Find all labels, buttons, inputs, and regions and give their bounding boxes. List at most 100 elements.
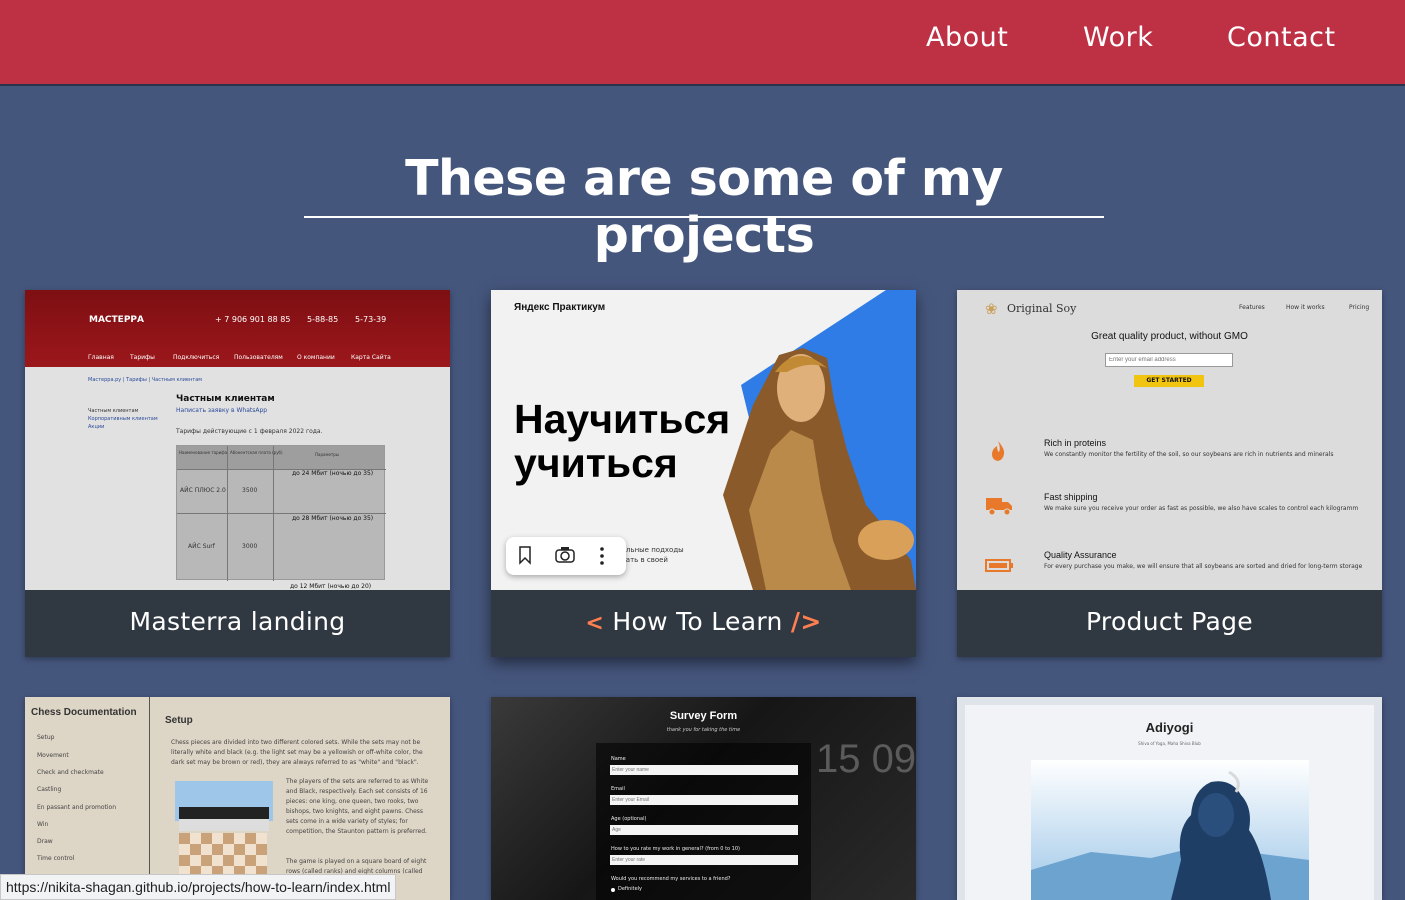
preview-nav-item: Castling — [37, 786, 62, 793]
top-nav: About Work Contact — [0, 0, 1405, 84]
preview-subtitle: Shiva of Yoga, Maha Shiva Blub — [1138, 741, 1201, 746]
flame-icon — [989, 440, 1007, 466]
preview-menu-item: Главная — [88, 354, 114, 361]
leaf-icon: ❀ — [985, 300, 998, 318]
project-tile-how-to-learn[interactable]: Яндекс Практикум Научиться учиться ...ел… — [491, 290, 916, 657]
preview-table-cell: 3000 — [242, 543, 258, 550]
preview-feature-title: Quality Assurance — [1044, 550, 1117, 560]
preview-nav-item: Draw — [37, 838, 53, 845]
more-icon[interactable] — [598, 546, 606, 570]
project-title: How To Learn — [612, 607, 783, 636]
nav-link-work[interactable]: Work — [1083, 22, 1153, 53]
preview-table-cell: АЙС ПЛЮС 2.0 — [180, 487, 226, 494]
project-title[interactable]: Masterra landing — [25, 590, 450, 657]
preview-nav-item: Movement — [37, 752, 69, 759]
preview-field-label: How to you rate my work in general? (fro… — [611, 846, 740, 852]
left-bracket: < — [585, 611, 605, 636]
preview-cta-button: GET STARTED — [1134, 375, 1204, 387]
preview-field-label: Name — [611, 756, 626, 762]
preview-feature-text: For every purchase you make, we will ens… — [1044, 563, 1363, 570]
preview-table-header: Наименование тарифа — [179, 450, 228, 455]
image-hover-toolbar — [506, 537, 626, 575]
projects-heading: These are some of my projects — [405, 150, 1003, 264]
preview-table-cell: 3500 — [242, 487, 258, 494]
preview-field-input — [610, 855, 798, 865]
project-title-row[interactable]: < How To Learn /> — [491, 590, 916, 657]
preview-field-label: Email — [611, 786, 625, 792]
radio-icon — [611, 888, 615, 892]
preview-form-subtitle: thank you for taking the time — [666, 727, 741, 733]
project-screenshot: ❀ Original Soy Features How it works Pri… — [957, 290, 1382, 590]
project-screenshot: Chess Documentation Setup Movement Check… — [25, 697, 450, 900]
preview-side-link: Частным клиентам — [88, 408, 139, 414]
preview-feature-text: We make sure you receive your order as f… — [1044, 505, 1359, 512]
preview-feature-title: Rich in proteins — [1044, 438, 1107, 448]
adiyogi-image — [1031, 760, 1309, 900]
browser-status-url: https://nikita-shagan.github.io/projects… — [0, 874, 397, 900]
preview-nav-item: Setup — [37, 734, 55, 741]
preview-breadcrumb: Мастерра.ру | Тарифы | Частным клиентам — [88, 377, 203, 383]
preview-paragraph: The players of the sets are referred to … — [286, 778, 429, 835]
preview-field-input — [610, 765, 798, 775]
preview-nav-item: Time control — [37, 855, 75, 862]
preview-table-header: Абонентская плата (руб) — [230, 450, 283, 455]
preview-side-link: Акции — [88, 424, 105, 430]
project-screenshot: Adiyogi Shiva of Yoga, Maha Shiva Blub — [957, 697, 1382, 900]
preview-clock: 15 09 — [816, 737, 916, 781]
preview-feature-title: Fast shipping — [1044, 492, 1098, 502]
preview-brand: Яндекс Практикум — [514, 302, 606, 313]
project-title[interactable]: Product Page — [957, 590, 1382, 657]
preview-menu-item: Тарифы — [130, 354, 155, 361]
preview-nav-link: Features — [1239, 304, 1265, 311]
project-tile-adiyogi[interactable]: Adiyogi Shiva of Yoga, Maha Shiva Blub — [957, 697, 1382, 900]
preview-email-input — [1105, 353, 1233, 367]
nav-link-about[interactable]: About — [926, 22, 1008, 53]
preview-phone: 5-73-39 — [355, 315, 387, 324]
project-tile-product-page[interactable]: ❀ Original Soy Features How it works Pri… — [957, 290, 1382, 657]
preview-table-cell: до 12 Мбит (ночью до 20) — [290, 583, 372, 590]
bookmark-icon[interactable] — [518, 545, 532, 569]
preview-table-cell: до 28 Мбит (ночью до 35) — [292, 515, 374, 522]
preview-brand: МАСТЕРРА — [89, 315, 144, 325]
project-tile-masterra[interactable]: МАСТЕРРА + 7 906 901 88 85 5-88-85 5-73-… — [25, 290, 450, 657]
preview-menu-item: Пользователям — [234, 354, 283, 361]
heading-underline — [304, 216, 1104, 218]
nav-link-contact[interactable]: Contact — [1227, 22, 1336, 53]
preview-field-input — [610, 795, 798, 805]
preview-nav-item: En passant and promotion — [37, 804, 116, 811]
preview-heading: Частным клиентам — [176, 394, 275, 404]
preview-field-label: Would you recommend my services to a fri… — [611, 876, 731, 882]
preview-nav-link: How it works — [1286, 304, 1325, 311]
preview-nav-item: Win — [37, 821, 49, 828]
preview-sidebar-title: Chess Documentation — [31, 707, 137, 718]
preview-phone: + 7 906 901 88 85 — [215, 315, 291, 324]
preview-field-input — [610, 825, 798, 835]
preview-note: Тарифы действующие с 1 февраля 2022 года… — [176, 428, 323, 435]
project-tile-chess-docs[interactable]: Chess Documentation Setup Movement Check… — [25, 697, 450, 900]
project-tile-survey-form[interactable]: 15 09 Survey Form thank you for taking t… — [491, 697, 916, 900]
right-bracket: /> — [790, 607, 822, 636]
preview-paragraph: Chess pieces are divided into two differ… — [171, 739, 423, 766]
preview-table-cell: до 24 Мбит (ночью до 35) — [292, 470, 374, 477]
preview-headline: Научиться — [514, 396, 731, 442]
battery-icon — [984, 557, 1014, 577]
preview-section-title: Setup — [165, 715, 193, 726]
preview-side-link: Корпоративным клиентам — [88, 416, 158, 422]
preview-phone: 5-88-85 — [307, 315, 339, 324]
preview-hero-title: Great quality product, without GMO — [1091, 331, 1248, 342]
project-screenshot: Яндекс Практикум Научиться учиться ...ел… — [491, 290, 916, 590]
preview-nav-link: Pricing — [1349, 304, 1370, 311]
preview-menu-item: О компании — [297, 354, 335, 361]
camera-icon[interactable] — [554, 546, 576, 568]
preview-tariff-table — [176, 445, 386, 581]
preview-form-title: Survey Form — [669, 710, 738, 722]
preview-menu-item: Подключиться — [173, 354, 220, 361]
preview-nav-item: Check and checkmate — [37, 769, 104, 776]
preview-brand: Original Soy — [1007, 302, 1077, 315]
preview-field-label: Age (optional) — [611, 816, 647, 822]
preview-table-header: Параметры — [315, 452, 339, 457]
project-screenshot: МАСТЕРРА + 7 906 901 88 85 5-88-85 5-73-… — [25, 290, 450, 590]
preview-headline: учиться — [514, 440, 678, 486]
preview-feature-text: We constantly monitor the fertility of t… — [1044, 451, 1334, 458]
preview-radio-label: Definitely — [618, 886, 643, 892]
